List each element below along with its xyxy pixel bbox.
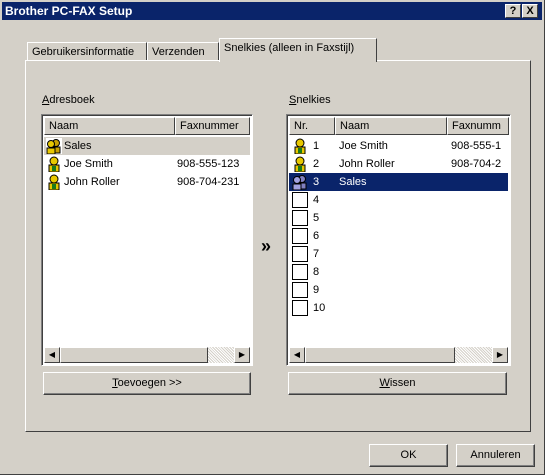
tab-panel: Adresboek Naam Faxnummer Sales Joe Smith… bbox=[25, 60, 531, 432]
tab-speed-dial[interactable]: Snelkies (alleen in Faxstijl) bbox=[219, 38, 377, 62]
speed-dial-row[interactable]: 9 bbox=[289, 281, 508, 299]
item-fax: 908-555-123 bbox=[177, 158, 240, 170]
speed-dial-row[interactable]: 10 bbox=[289, 299, 508, 317]
empty-slot-checkbox-icon bbox=[292, 264, 308, 280]
empty-slot-checkbox-icon bbox=[292, 300, 308, 316]
horizontal-scrollbar[interactable]: ◀ ▶ bbox=[289, 347, 508, 363]
clear-button[interactable]: Wissen bbox=[288, 372, 507, 395]
person-icon bbox=[294, 138, 306, 154]
speed-dial-row[interactable]: 4 bbox=[289, 191, 508, 209]
item-name: John Roller bbox=[64, 176, 120, 188]
dialog-window: Brother PC-FAX Setup ? X Gebruikersinfor… bbox=[0, 0, 545, 475]
item-name: Joe Smith bbox=[64, 158, 113, 170]
scroll-thumb[interactable] bbox=[305, 347, 455, 363]
slot-number: 7 bbox=[313, 248, 320, 260]
col-header-fax[interactable]: Faxnummer bbox=[175, 117, 250, 135]
item-name: Joe Smith bbox=[339, 140, 388, 152]
speed-dial-row[interactable]: 7 bbox=[289, 245, 508, 263]
empty-slot-checkbox-icon bbox=[292, 228, 308, 244]
add-button[interactable]: Toevoegen >> bbox=[43, 372, 251, 395]
speed-dial-row[interactable]: 3 Sales bbox=[289, 173, 508, 191]
person-icon bbox=[48, 174, 60, 190]
scroll-thumb[interactable] bbox=[60, 347, 208, 363]
list-item[interactable]: Sales bbox=[44, 137, 250, 155]
scroll-left-icon[interactable]: ◀ bbox=[289, 347, 305, 363]
col-header-nr[interactable]: Nr. bbox=[289, 117, 335, 135]
empty-slot-checkbox-icon bbox=[292, 282, 308, 298]
empty-slot-checkbox-icon bbox=[292, 210, 308, 226]
window-title: Brother PC-FAX Setup bbox=[5, 4, 133, 18]
slot-number: 8 bbox=[313, 266, 320, 278]
slot-number: 10 bbox=[313, 302, 326, 314]
slot-number: 5 bbox=[313, 212, 320, 224]
person-icon bbox=[294, 156, 306, 172]
ok-button[interactable]: OK bbox=[369, 444, 448, 467]
address-book-list[interactable]: Naam Faxnummer Sales Joe Smith 908-555-1… bbox=[41, 114, 253, 366]
slot-number: 2 bbox=[313, 158, 320, 170]
speed-dial-row[interactable]: 1 Joe Smith 908-555-1 bbox=[289, 137, 508, 155]
col-header-name[interactable]: Naam bbox=[335, 117, 447, 135]
speed-dial-label: Snelkies bbox=[289, 94, 331, 106]
speed-dial-row[interactable]: 6 bbox=[289, 227, 508, 245]
transfer-arrow-icon: » bbox=[261, 236, 272, 256]
speed-dial-row[interactable]: 8 bbox=[289, 263, 508, 281]
list-item[interactable]: Joe Smith 908-555-123 bbox=[44, 155, 250, 173]
cancel-button[interactable]: Annuleren bbox=[456, 444, 535, 467]
item-fax: 908-704-231 bbox=[177, 176, 240, 188]
horizontal-scrollbar[interactable]: ◀ ▶ bbox=[44, 347, 250, 363]
col-header-name[interactable]: Naam bbox=[44, 117, 175, 135]
slot-number: 4 bbox=[313, 194, 320, 206]
item-name: Sales bbox=[64, 140, 92, 152]
group-icon bbox=[46, 138, 62, 154]
item-name: John Roller bbox=[339, 158, 395, 170]
list-item[interactable]: John Roller 908-704-231 bbox=[44, 173, 250, 191]
scroll-right-icon[interactable]: ▶ bbox=[492, 347, 508, 363]
slot-number: 6 bbox=[313, 230, 320, 242]
speed-dial-list[interactable]: Nr. Naam Faxnumm 1 Joe Smith 908-555-1 2 Joh… bbox=[286, 114, 511, 366]
slot-number: 3 bbox=[313, 176, 320, 188]
empty-slot-checkbox-icon bbox=[292, 192, 308, 208]
scroll-right-icon[interactable]: ▶ bbox=[234, 347, 250, 363]
address-book-label: Adresboek bbox=[42, 94, 95, 106]
item-fax: 908-555-1 bbox=[451, 140, 502, 152]
group-icon bbox=[292, 175, 307, 190]
title-bar: Brother PC-FAX Setup ? X bbox=[2, 2, 542, 20]
speed-dial-row[interactable]: 2 John Roller 908-704-2 bbox=[289, 155, 508, 173]
col-header-fax[interactable]: Faxnumm bbox=[447, 117, 509, 135]
empty-slot-checkbox-icon bbox=[292, 246, 308, 262]
item-fax: 908-704-2 bbox=[451, 158, 502, 170]
person-icon bbox=[48, 156, 60, 172]
speed-dial-row[interactable]: 5 bbox=[289, 209, 508, 227]
slot-number: 9 bbox=[313, 284, 320, 296]
scroll-left-icon[interactable]: ◀ bbox=[44, 347, 60, 363]
item-name: Sales bbox=[339, 176, 367, 188]
slot-number: 1 bbox=[313, 140, 320, 152]
help-button[interactable]: ? bbox=[505, 4, 521, 18]
close-button[interactable]: X bbox=[522, 4, 538, 18]
